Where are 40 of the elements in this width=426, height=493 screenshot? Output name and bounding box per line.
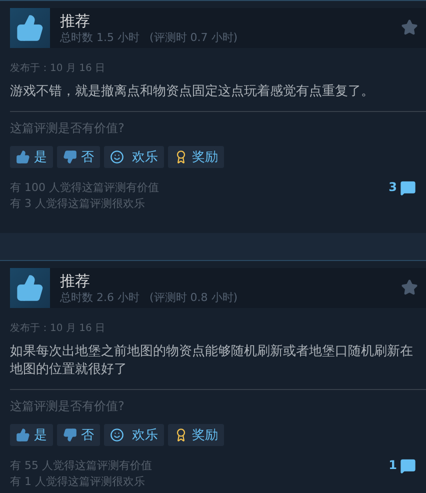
total-hours: 总时数 2.6 小时 bbox=[60, 290, 140, 304]
comments-link[interactable]: 3 bbox=[388, 180, 416, 198]
thumbs-down-icon bbox=[63, 428, 77, 442]
comment-icon bbox=[400, 458, 416, 474]
helpful-question: 这篇评测是否有价值? bbox=[10, 399, 126, 413]
star-icon[interactable] bbox=[401, 279, 418, 296]
vote-button[interactable]: 是 bbox=[10, 146, 53, 168]
vote-button[interactable]: 欢乐 bbox=[104, 424, 164, 446]
star-icon[interactable] bbox=[401, 19, 418, 36]
posted-date: 发布于：10 月 16 日 bbox=[10, 322, 106, 336]
thumbs-up-icon bbox=[16, 150, 30, 164]
total-hours: 总时数 1.5 小时 bbox=[60, 30, 140, 44]
vote-button[interactable]: 奖励 bbox=[168, 424, 224, 446]
smiley-icon bbox=[110, 428, 124, 442]
smiley-icon bbox=[110, 150, 124, 164]
verdict-title: 推荐 bbox=[60, 12, 91, 30]
comments-link[interactable]: 1 bbox=[388, 458, 416, 476]
review-text: 如果每次出地堡之前地图的物资点能够随机刷新或者地堡口随机刷新在地图的位置就很好了 bbox=[10, 343, 414, 379]
helpful-count: 有 55 人觉得这篇评测有价值 bbox=[10, 458, 152, 474]
review-hours: (评测时 0.8 小时) bbox=[150, 290, 238, 304]
medal-icon bbox=[174, 428, 188, 442]
medal-icon bbox=[174, 150, 188, 164]
helpful-count: 有 100 人觉得这篇评测有价值 bbox=[10, 180, 159, 196]
vote-button[interactable]: 奖励 bbox=[168, 146, 224, 168]
vote-button[interactable]: 否 bbox=[57, 146, 100, 168]
thumbs-up-icon bbox=[16, 14, 44, 42]
comment-icon bbox=[400, 180, 416, 196]
vote-button[interactable]: 欢乐 bbox=[104, 146, 164, 168]
verdict-title: 推荐 bbox=[60, 272, 91, 290]
funny-count: 有 1 人觉得这篇评测很欢乐 bbox=[10, 474, 146, 490]
vote-button[interactable]: 否 bbox=[57, 424, 100, 446]
thumbs-down-icon bbox=[63, 150, 77, 164]
posted-date: 发布于：10 月 16 日 bbox=[10, 62, 106, 76]
review-text: 游戏不错，就是撤离点和物资点固定这点玩着感觉有点重复了。 bbox=[10, 83, 375, 101]
thumbs-up-icon bbox=[16, 428, 30, 442]
helpful-question: 这篇评测是否有价值? bbox=[10, 121, 126, 135]
vote-button[interactable]: 是 bbox=[10, 424, 53, 446]
funny-count: 有 3 人觉得这篇评测很欢乐 bbox=[10, 196, 146, 212]
review-hours: (评测时 0.7 小时) bbox=[150, 30, 238, 44]
thumbs-up-icon bbox=[16, 274, 44, 302]
